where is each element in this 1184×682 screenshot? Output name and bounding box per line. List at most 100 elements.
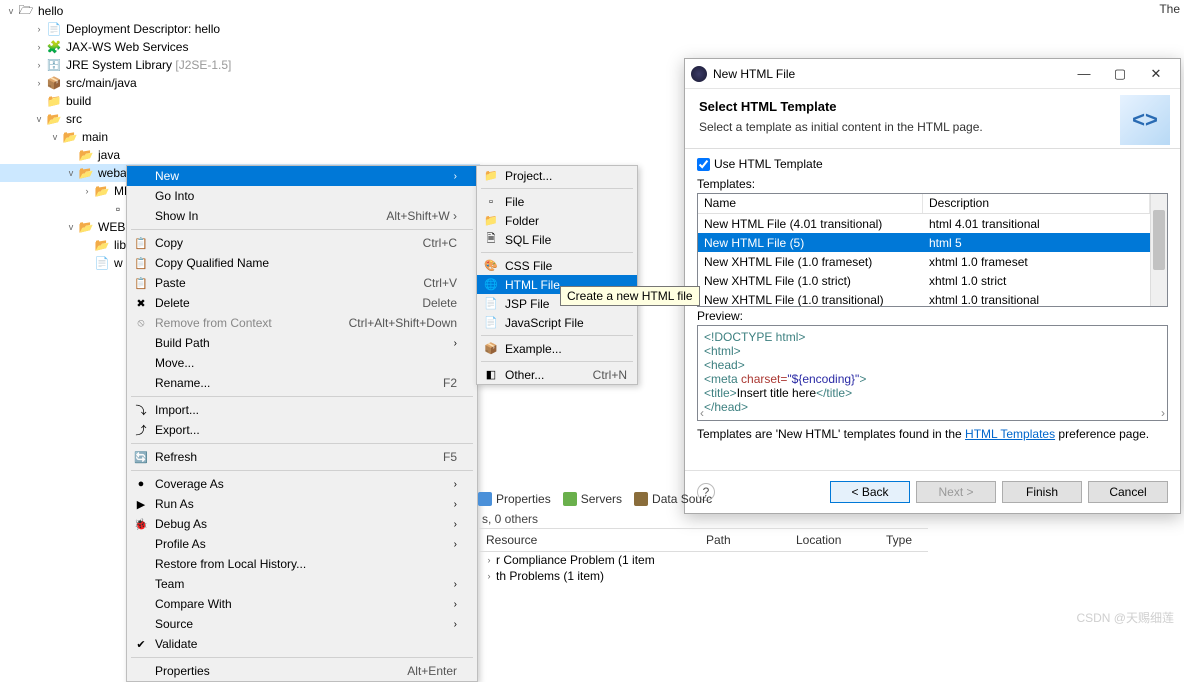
submenu-project-[interactable]: 📁Project...: [477, 166, 637, 185]
menu-label: Properties: [155, 664, 210, 678]
tab-datasource[interactable]: Data Sourc: [634, 492, 712, 506]
tab-servers[interactable]: Servers: [563, 492, 622, 506]
menu-go-into[interactable]: Go Into: [127, 186, 477, 206]
jsp-icon: 📄: [483, 296, 499, 312]
submenu-javascript-file[interactable]: 📄JavaScript File: [477, 313, 637, 332]
problem-group[interactable]: ›th Problems (1 item): [478, 568, 928, 584]
menu-new[interactable]: New›: [127, 166, 477, 186]
twisty-icon[interactable]: ›: [32, 76, 46, 90]
file-icon: ▫: [110, 201, 126, 217]
menu-source[interactable]: Source›: [127, 614, 477, 634]
maximize-button[interactable]: ▢: [1102, 62, 1138, 86]
col-resource[interactable]: Resource: [478, 531, 698, 549]
menu-validate[interactable]: ✔Validate: [127, 634, 477, 654]
submenu-arrow-icon: ›: [454, 519, 457, 530]
template-row[interactable]: New HTML File (4.01 transitional)html 4.…: [698, 214, 1150, 233]
problem-group[interactable]: ›r Compliance Problem (1 item: [478, 552, 928, 568]
menu-properties[interactable]: PropertiesAlt+Enter: [127, 661, 477, 681]
menu-move-[interactable]: Move...: [127, 353, 477, 373]
col-location[interactable]: Location: [788, 531, 878, 549]
twisty-icon[interactable]: [64, 148, 78, 162]
descriptor-icon: 📄: [46, 21, 62, 37]
use-template-input[interactable]: [697, 158, 710, 171]
pkg-icon: 📦: [46, 75, 62, 91]
twisty-icon[interactable]: v: [64, 220, 78, 234]
code-line: <head>: [704, 358, 745, 372]
tree-item[interactable]: v📂main: [0, 128, 480, 146]
tree-item[interactable]: v📂src: [0, 110, 480, 128]
close-button[interactable]: ✕: [1138, 62, 1174, 86]
menu-profile-as[interactable]: Profile As›: [127, 534, 477, 554]
template-row[interactable]: New XHTML File (1.0 strict)xhtml 1.0 str…: [698, 271, 1150, 290]
tree-item[interactable]: ›📄Deployment Descriptor: hello: [0, 20, 480, 38]
twisty-icon[interactable]: v: [4, 4, 18, 18]
twisty-icon[interactable]: ›: [32, 58, 46, 72]
menu-debug-as[interactable]: 🐞Debug As›: [127, 514, 477, 534]
finish-button[interactable]: Finish: [1002, 481, 1082, 503]
col-type[interactable]: Type: [878, 531, 920, 549]
dialog-body: Use HTML Template Templates: Name Descri…: [685, 149, 1180, 449]
menu-label: HTML File: [505, 278, 560, 292]
menu-delete[interactable]: ✖DeleteDelete: [127, 293, 477, 313]
cov-icon: ●: [133, 476, 149, 492]
menu-restore-from-local-history-[interactable]: Restore from Local History...: [127, 554, 477, 574]
jar-icon: 🗄: [46, 57, 62, 73]
menu-label: Paste: [155, 276, 186, 290]
submenu-folder[interactable]: 📁Folder: [477, 211, 637, 230]
col-name[interactable]: Name: [698, 194, 923, 213]
minimize-button[interactable]: —: [1066, 62, 1102, 86]
tree-item[interactable]: ›🗄JRE System Library [J2SE-1.5]: [0, 56, 480, 74]
submenu-css-file[interactable]: 🎨CSS File: [477, 256, 637, 275]
twisty-icon[interactable]: v: [48, 130, 62, 144]
submenu-sql-file[interactable]: 🗎SQL File: [477, 230, 637, 249]
templates-table[interactable]: Name Description New HTML File (4.01 tra…: [697, 193, 1168, 307]
html-file-icon: <>: [1120, 95, 1170, 145]
tree-item[interactable]: 📁build: [0, 92, 480, 110]
template-row[interactable]: New HTML File (5)html 5: [698, 233, 1150, 252]
folder-icon: 📁: [483, 213, 499, 229]
submenu-other-[interactable]: ◧Other...Ctrl+N: [477, 365, 637, 384]
twisty-icon[interactable]: v: [64, 166, 78, 180]
menu-rename-[interactable]: Rename...F2: [127, 373, 477, 393]
templates-label: Templates:: [697, 177, 1168, 191]
submenu-example-[interactable]: 📦Example...: [477, 339, 637, 358]
menu-compare-with[interactable]: Compare With›: [127, 594, 477, 614]
twisty-icon[interactable]: ›: [32, 22, 46, 36]
menu-build-path[interactable]: Build Path›: [127, 333, 477, 353]
cancel-button[interactable]: Cancel: [1088, 481, 1168, 503]
twisty-icon[interactable]: v: [32, 112, 46, 126]
tree-item[interactable]: 📂java: [0, 146, 480, 164]
tree-root[interactable]: v 🗁 hello: [0, 2, 480, 20]
menu-copy-qualified-name[interactable]: 📋Copy Qualified Name: [127, 253, 477, 273]
menu-export-[interactable]: ⤴Export...: [127, 420, 477, 440]
menu-refresh[interactable]: 🔄RefreshF5: [127, 447, 477, 467]
menu-copy[interactable]: 📋CopyCtrl+C: [127, 233, 477, 253]
twisty-icon[interactable]: [96, 202, 110, 216]
submenu-arrow-icon: ›: [454, 499, 457, 510]
twisty-icon[interactable]: ›: [80, 184, 94, 198]
use-template-checkbox[interactable]: Use HTML Template: [697, 157, 1168, 171]
tree-item[interactable]: ›📦src/main/java: [0, 74, 480, 92]
menu-team[interactable]: Team›: [127, 574, 477, 594]
code-line: <!DOCTYPE html>: [704, 330, 805, 344]
menu-coverage-as[interactable]: ●Coverage As›: [127, 474, 477, 494]
template-row[interactable]: New XHTML File (1.0 transitional)xhtml 1…: [698, 290, 1150, 307]
scroll-thumb[interactable]: [1153, 210, 1165, 270]
tree-item[interactable]: ›🧩JAX-WS Web Services: [0, 38, 480, 56]
html-templates-link[interactable]: HTML Templates: [965, 427, 1055, 441]
menu-paste[interactable]: 📋PasteCtrl+V: [127, 273, 477, 293]
twisty-icon[interactable]: ›: [32, 40, 46, 54]
twisty-icon[interactable]: [80, 256, 94, 270]
template-row[interactable]: New XHTML File (1.0 frameset)xhtml 1.0 f…: [698, 252, 1150, 271]
menu-show-in[interactable]: Show InAlt+Shift+W ›: [127, 206, 477, 226]
submenu-file[interactable]: ▫File: [477, 192, 637, 211]
menu-label: Profile As: [155, 537, 206, 551]
twisty-icon[interactable]: [80, 238, 94, 252]
tab-properties[interactable]: Properties: [478, 492, 551, 506]
scrollbar[interactable]: [1150, 194, 1167, 306]
col-description[interactable]: Description: [923, 194, 1150, 213]
menu-import-[interactable]: ⤵Import...: [127, 400, 477, 420]
menu-run-as[interactable]: ▶Run As›: [127, 494, 477, 514]
col-path[interactable]: Path: [698, 531, 788, 549]
twisty-icon[interactable]: [32, 94, 46, 108]
